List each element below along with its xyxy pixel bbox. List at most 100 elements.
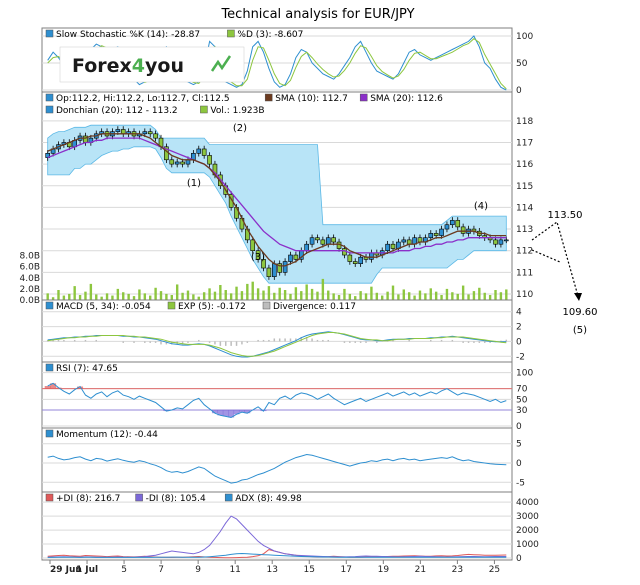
- volume-tick: 6.0B: [20, 263, 41, 273]
- candle-body: [304, 243, 309, 252]
- candle-body: [115, 129, 121, 132]
- candle-body: [369, 252, 374, 260]
- candle-body: [293, 254, 299, 260]
- x-tick-label: 11: [229, 565, 240, 575]
- volume-bar: [256, 288, 260, 300]
- technical-analysis-chart: Technical analysis for EUR/JPY 100500Slo…: [0, 0, 640, 581]
- y-tick-rsi: 100: [516, 369, 533, 379]
- x-tick-label: 17: [341, 565, 352, 575]
- logo-text: Forex4you: [72, 55, 184, 77]
- x-tick-label: 5: [121, 565, 127, 575]
- volume-bar: [494, 290, 497, 300]
- volume-bar: [224, 290, 227, 300]
- volume-bar: [165, 293, 168, 300]
- volume-bar: [229, 293, 233, 300]
- candle-body: [174, 161, 180, 165]
- legend-label-price: SMA (10): 112.7: [275, 94, 348, 104]
- y-tick-adx: 0: [516, 554, 522, 564]
- candle-body: [358, 256, 363, 264]
- volume-bar: [397, 294, 400, 300]
- volume-bar: [132, 296, 136, 300]
- y-tick-rsi: 0: [516, 422, 522, 432]
- volume-bar: [488, 295, 492, 300]
- volume-bar: [278, 287, 281, 300]
- x-tick-label: 25: [489, 565, 500, 575]
- volume-bar: [429, 288, 432, 300]
- volume-bar: [57, 290, 60, 300]
- projected-price-label: 109.60: [563, 307, 598, 318]
- legend-swatch-adx: [224, 493, 233, 502]
- candle-body: [250, 239, 256, 252]
- volume-bar: [499, 292, 503, 300]
- candle-body: [153, 133, 158, 139]
- wave-label: (2): [233, 123, 247, 134]
- volume-bar: [343, 288, 346, 300]
- volume-bar: [122, 292, 125, 300]
- legend-swatch-price: [264, 93, 273, 102]
- volume-bar: [381, 295, 384, 300]
- volume-bar: [354, 296, 357, 300]
- target-price-label: 113.50: [548, 210, 583, 221]
- x-tick-label: 21: [415, 565, 426, 575]
- volume-bar: [461, 285, 465, 300]
- volume-bar: [143, 293, 147, 300]
- legend-label-rsi: RSI (7): 47.65: [56, 364, 118, 374]
- volume-bar: [262, 290, 265, 300]
- candle-body: [401, 239, 407, 243]
- y-tick-stochastic: 100: [516, 32, 533, 42]
- candle-body: [169, 159, 175, 165]
- volume-bar: [267, 286, 271, 300]
- candle-body: [315, 237, 320, 241]
- legend-swatch-macd: [45, 301, 54, 310]
- legend-label-price: SMA (20): 112.6: [370, 94, 443, 104]
- volume-bar: [84, 291, 87, 300]
- legend-label-stochastic: Slow Stochastic %K (14): -28.87: [56, 30, 200, 40]
- candle-body: [493, 239, 498, 245]
- legend-label-adx: ADX (8): 49.98: [235, 494, 302, 504]
- volume-bar: [424, 293, 427, 300]
- panel-rsi: 100 705030 0 RSI (7): 47.65: [41, 361, 533, 432]
- volume-bar: [456, 293, 459, 300]
- volume-bar: [434, 291, 438, 300]
- volume-bar: [332, 293, 335, 300]
- legend-swatch-price: [45, 105, 54, 114]
- y-tick-price: 113: [516, 225, 533, 235]
- volume-bar: [413, 295, 416, 300]
- y-tick-rsi: 50: [516, 395, 528, 405]
- volume-bar: [186, 290, 190, 300]
- candle-body: [266, 267, 272, 277]
- volume-tick: 0.0B: [20, 296, 41, 306]
- candle-body: [390, 243, 396, 249]
- volume-bar: [202, 292, 206, 300]
- volume-bar: [170, 295, 173, 300]
- candle-body: [207, 155, 212, 165]
- volume-bar: [149, 295, 152, 300]
- y-tick-adx: 1000: [516, 540, 539, 550]
- legend-swatch-price: [359, 93, 368, 102]
- y-tick-price: 110: [516, 290, 533, 300]
- y-tick-macd: 4: [516, 308, 522, 318]
- candle-body: [288, 254, 293, 262]
- candle-body: [347, 254, 353, 262]
- legend-label-price: Donchian (20): 112 - 113.2: [56, 106, 178, 116]
- volume-bar: [219, 285, 222, 300]
- y-tick-momentum: 5: [516, 440, 522, 450]
- volume-bar: [116, 288, 120, 300]
- candle-body: [352, 261, 358, 264]
- volume-bar: [78, 295, 82, 300]
- candle-body: [142, 131, 148, 135]
- candle-body: [325, 237, 331, 245]
- volume-bar: [327, 290, 330, 300]
- y-tick-momentum: 0: [516, 459, 522, 469]
- volume-bar: [364, 293, 368, 300]
- y-tick-stochastic: 0: [516, 86, 522, 96]
- volume-bar: [235, 286, 238, 300]
- volume-bar: [240, 291, 244, 300]
- volume-bar: [478, 287, 481, 300]
- y-tick-adx: 2000: [516, 526, 539, 536]
- candle-body: [309, 237, 315, 245]
- volume-bar: [89, 283, 93, 300]
- volume-bar: [348, 293, 352, 300]
- volume-bar: [62, 295, 66, 300]
- legend-label-price: Op:112.2, Hi:112.2, Lo:112.7, Cl:112.5: [56, 94, 230, 104]
